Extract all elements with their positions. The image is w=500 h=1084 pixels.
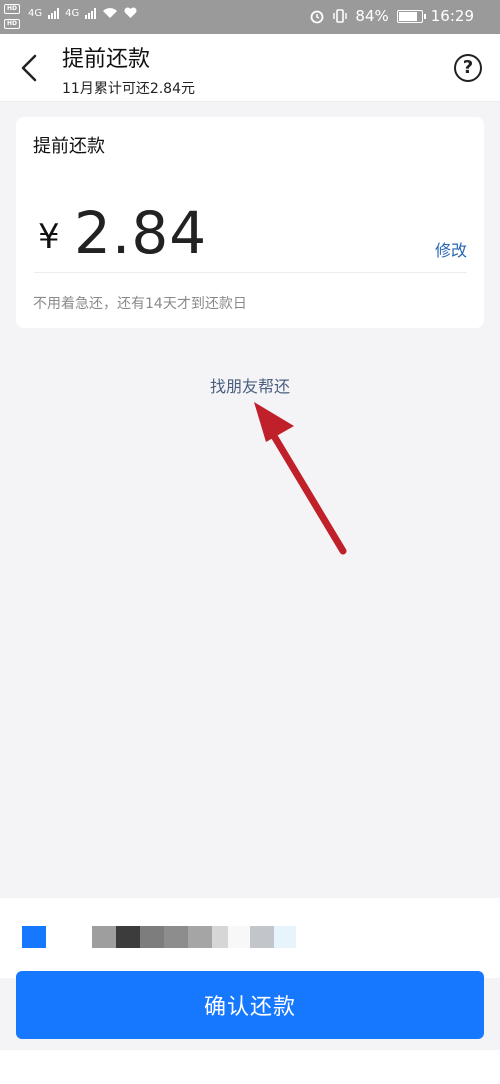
card-title: 提前还款 (33, 136, 105, 157)
redacted-account-info (92, 926, 296, 948)
status-right: 84% 16:29 (309, 7, 474, 25)
vibrate-icon (333, 9, 348, 23)
repayment-card: 提前还款 ¥ 2.84 修改 不用着急还，还有14天才到还款日 (16, 117, 484, 328)
volte-indicators: HD HD (0, 0, 26, 34)
status-bar: HD HD 4G 4G 84% 16:29 (0, 0, 500, 34)
due-date-hint: 不用着急还，还有14天才到还款日 (33, 296, 247, 312)
alarm-icon (311, 10, 324, 24)
network-type: 4G (65, 7, 80, 19)
edit-amount-link[interactable]: 修改 (435, 237, 467, 261)
clock: 16:29 (430, 7, 474, 25)
ask-friend-link[interactable]: 找朋友帮还 (0, 373, 500, 397)
help-icon[interactable]: ? (454, 54, 482, 82)
battery-icon (396, 9, 426, 23)
repayment-amount: 2.84 (74, 199, 208, 267)
battery-percent: 84% (355, 7, 389, 25)
annotation-arrow-icon (254, 402, 347, 555)
bottom-area (0, 1050, 500, 1084)
page-subtitle: 11月累计可还2.84元 (62, 81, 195, 97)
network-type: 4G (28, 7, 43, 19)
confirm-repay-button[interactable]: 确认还款 (16, 971, 484, 1039)
hd-badge: HD (4, 19, 20, 29)
currency-symbol: ¥ (38, 217, 60, 257)
back-button[interactable] (14, 50, 44, 86)
heart-icon (124, 7, 137, 18)
payment-method-icon (22, 926, 46, 948)
signal-group: 4G 4G (28, 7, 137, 19)
divider (34, 272, 467, 273)
nav-header: 提前还款 11月累计可还2.84元 ? (0, 34, 500, 102)
payment-method-row[interactable] (0, 898, 500, 978)
wifi-icon (103, 8, 118, 18)
page-title: 提前还款 (62, 47, 151, 72)
signal-icon (48, 7, 60, 19)
signal-icon (85, 7, 97, 19)
chevron-left-icon (21, 54, 37, 82)
hd-badge: HD (4, 4, 20, 14)
